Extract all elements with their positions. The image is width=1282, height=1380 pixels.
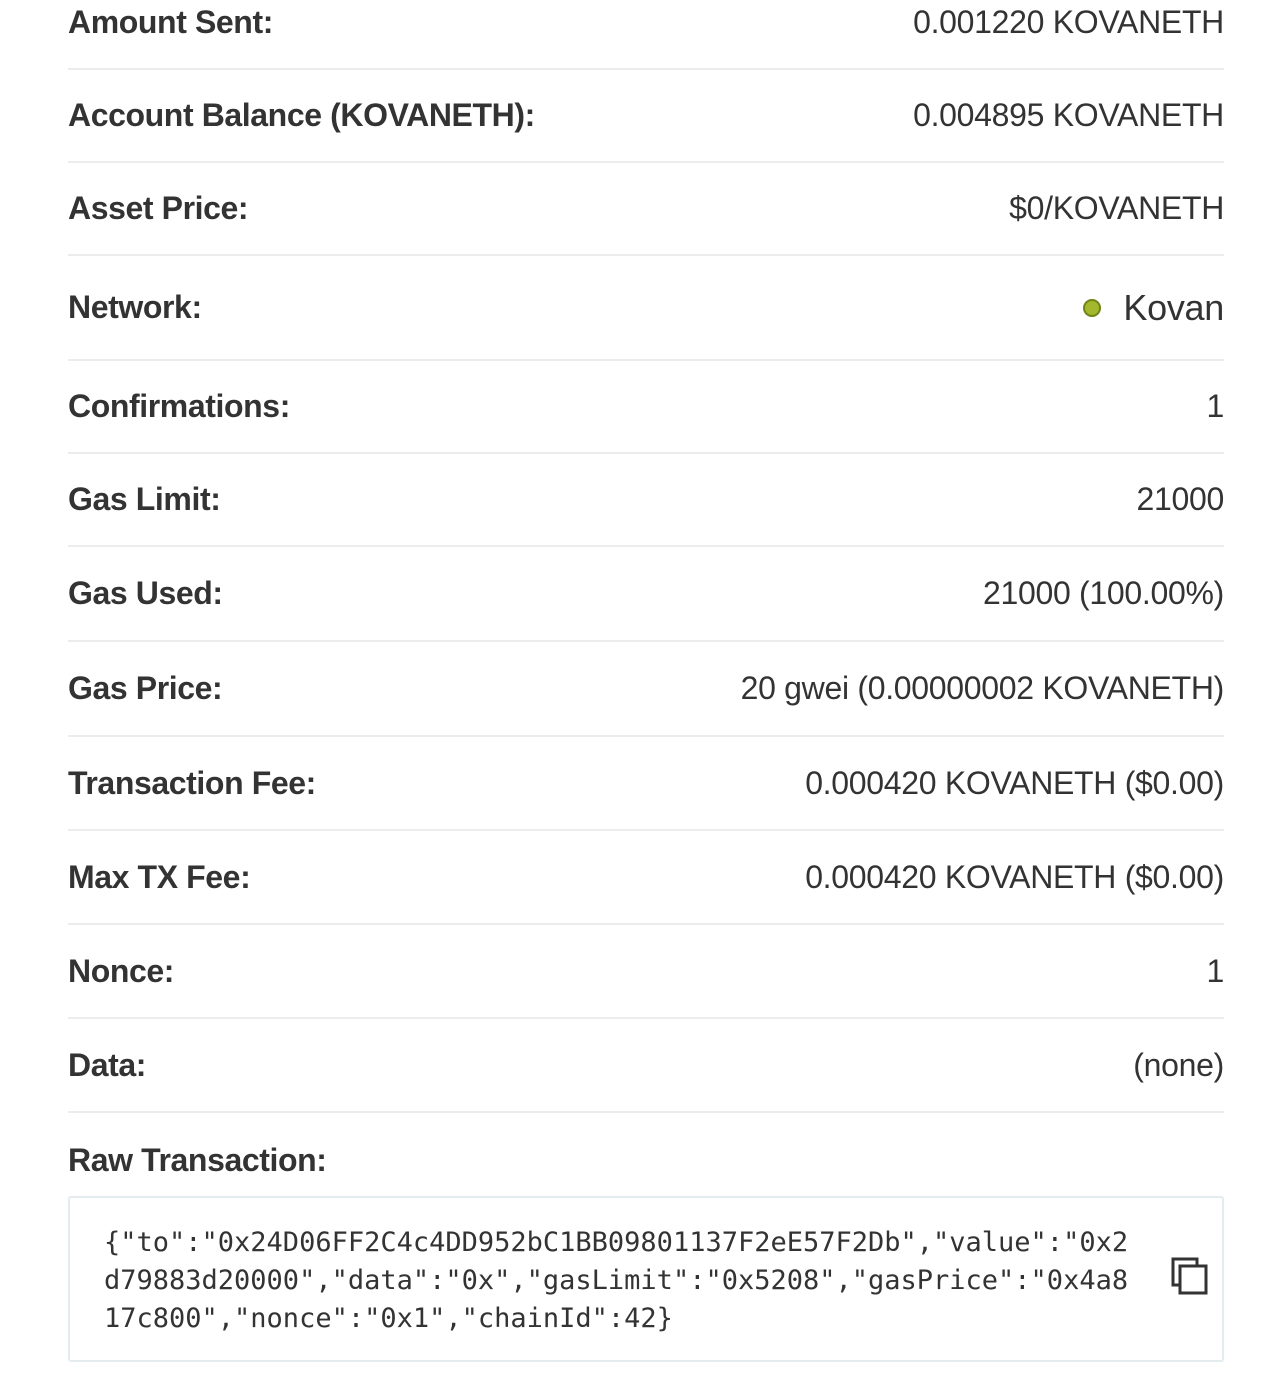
confirmations-label: Confirmations: [68,388,290,424]
transaction-fee-value: 0.000420 KOVANETH ($0.00) [805,764,1224,801]
row-amount-sent: Amount Sent: 0.001220 KOVANETH [68,0,1224,70]
data-label: Data: [68,1046,147,1083]
row-asset-price: Asset Price: $0/KOVANETH [68,163,1224,256]
amount-sent-value: 0.001220 KOVANETH [913,4,1224,40]
network-value: Kovan [1083,287,1224,329]
raw-transaction-label: Raw Transaction: [68,1141,327,1178]
row-raw-transaction: Raw Transaction: [68,1113,1224,1197]
gas-used-label: Gas Used: [68,575,223,611]
network-status-dot [1083,298,1102,317]
copy-icon [1171,1257,1208,1295]
transaction-details: Amount Sent: 0.001220 KOVANETH Account B… [68,0,1224,1197]
max-tx-fee-label: Max TX Fee: [68,858,251,895]
row-transaction-fee: Transaction Fee: 0.000420 KOVANETH ($0.0… [68,737,1224,831]
row-gas-limit: Gas Limit: 21000 [68,454,1224,547]
row-nonce: Nonce: 1 [68,925,1224,1019]
raw-transaction-text: {"to":"0x24D06FF2C4c4DD952bC1BB09801137F… [104,1227,1129,1334]
raw-transaction-box: {"to":"0x24D06FF2C4c4DD952bC1BB09801137F… [68,1196,1224,1362]
row-gas-used: Gas Used: 21000 (100.00%) [68,547,1224,642]
account-balance-value: 0.004895 KOVANETH [913,97,1224,133]
gas-used-value: 21000 (100.00%) [982,575,1224,611]
gas-limit-label: Gas Limit: [68,481,221,517]
gas-price-value: 20 gwei (0.00000002 KOVANETH) [740,670,1225,706]
row-confirmations: Confirmations: 1 [68,361,1224,454]
network-name: Kovan [1123,286,1224,328]
nonce-value: 1 [1206,952,1225,989]
row-data: Data: (none) [68,1019,1224,1113]
account-balance-label: Account Balance (KOVANETH): [68,97,535,133]
nonce-label: Nonce: [68,952,175,989]
transaction-fee-label: Transaction Fee: [68,764,316,801]
gas-limit-value: 21000 [1136,481,1225,517]
amount-sent-label: Amount Sent: [68,4,273,40]
row-gas-price: Gas Price: 20 gwei (0.00000002 KOVANETH) [68,642,1224,737]
copy-button[interactable] [1170,1256,1210,1296]
max-tx-fee-value: 0.000420 KOVANETH ($0.00) [805,858,1224,895]
asset-price-value: $0/KOVANETH [1009,190,1224,226]
row-network: Network: Kovan [68,256,1224,361]
asset-price-label: Asset Price: [68,190,249,226]
network-label: Network: [68,289,202,325]
data-value: (none) [1133,1046,1224,1083]
confirmations-value: 1 [1206,388,1225,424]
row-account-balance: Account Balance (KOVANETH): 0.004895 KOV… [68,70,1224,163]
row-max-tx-fee: Max TX Fee: 0.000420 KOVANETH ($0.00) [68,831,1224,925]
gas-price-label: Gas Price: [68,670,223,706]
